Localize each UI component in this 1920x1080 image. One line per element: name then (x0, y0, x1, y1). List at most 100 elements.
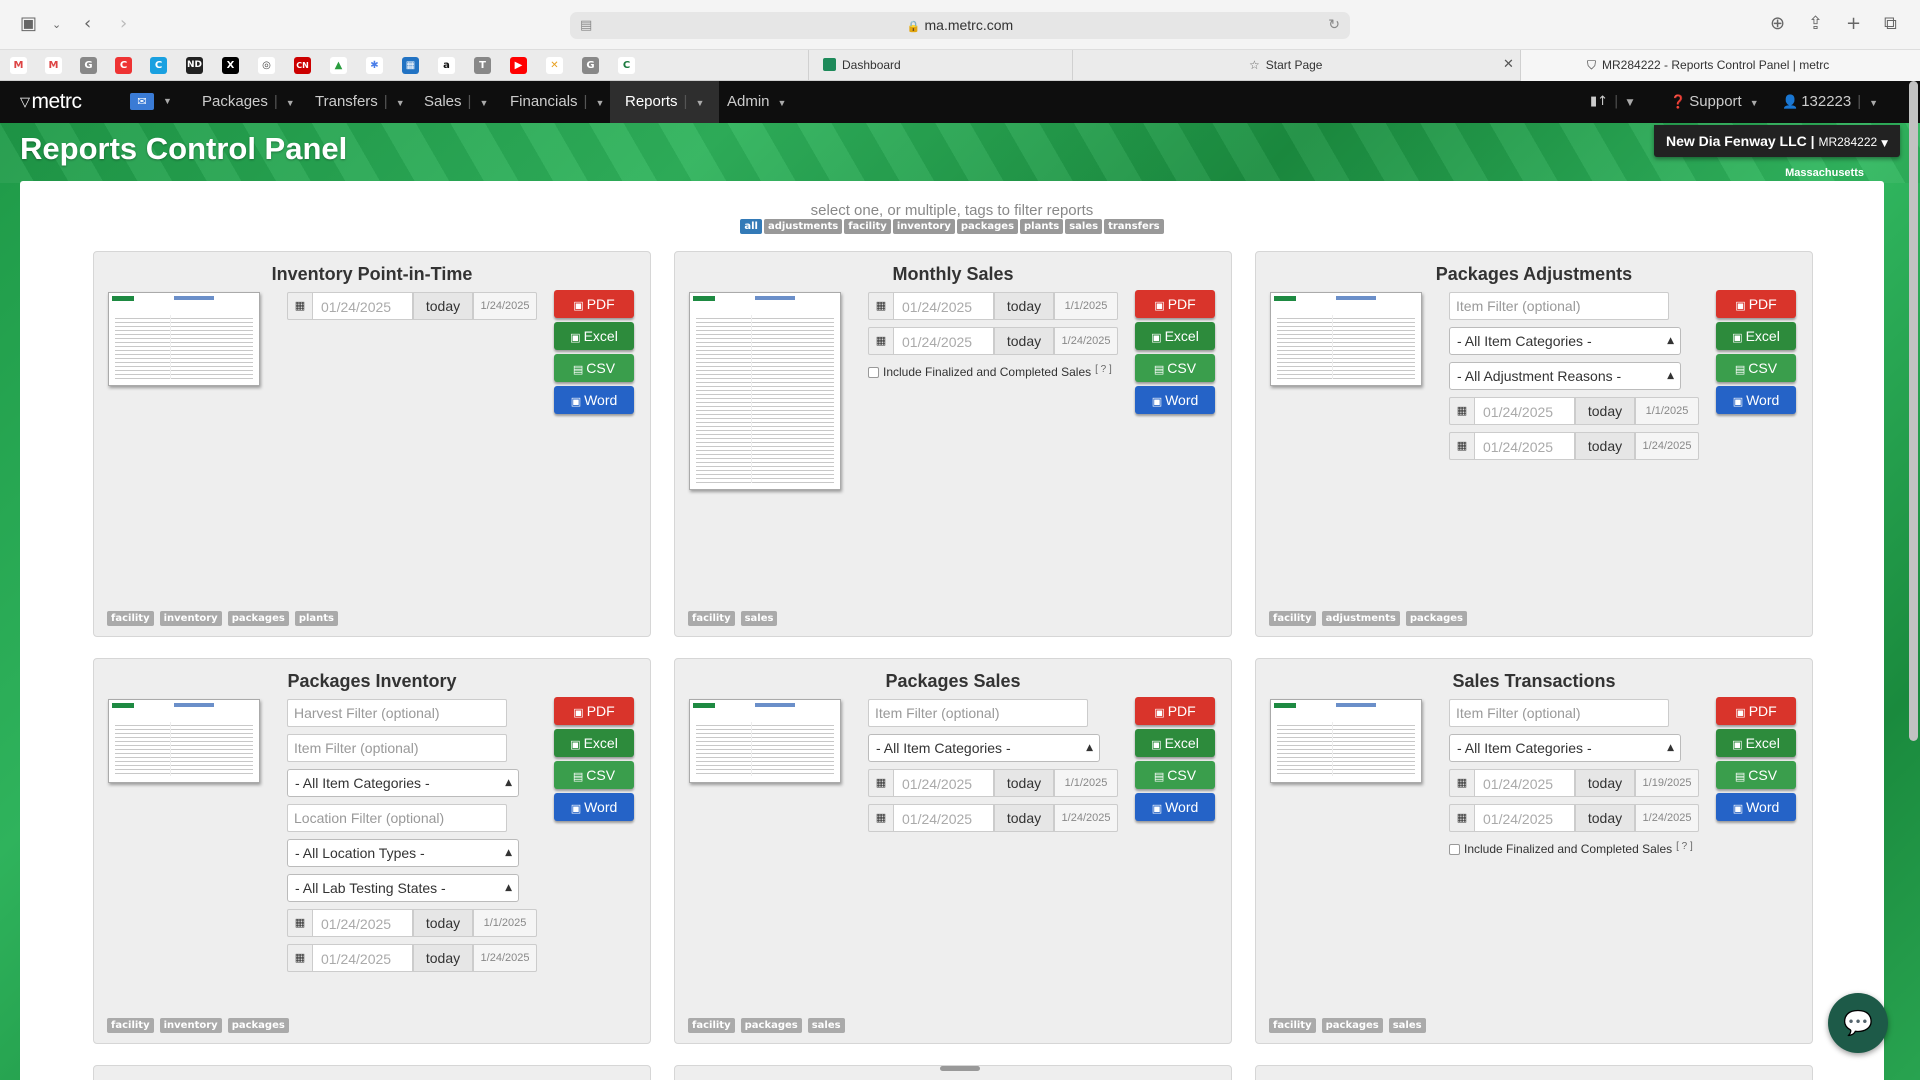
word-button[interactable]: ▣ Word (1135, 386, 1215, 414)
address-bar[interactable]: ▤ 🔒 ma.metrc.com ↻ (570, 12, 1350, 39)
pdf-button[interactable]: ▣ PDF (1135, 290, 1215, 318)
excel-button[interactable]: ▣ Excel (1135, 729, 1215, 757)
nav-admin[interactable]: Admin ▼ (727, 81, 786, 123)
gmail-favicon-icon[interactable]: M (45, 57, 62, 74)
mail-dropdown-icon[interactable]: ▼ (163, 96, 172, 106)
tag-inventory[interactable]: inventory (159, 1018, 222, 1033)
checkbox[interactable] (868, 367, 879, 378)
default-date[interactable]: 1/19/2025 (1635, 769, 1699, 797)
excel-button[interactable]: ▣ Excel (1716, 322, 1796, 350)
harvest-filter-input[interactable]: Harvest Filter (optional) (287, 699, 507, 727)
report-preview-image[interactable] (1270, 699, 1422, 783)
g-favicon-icon[interactable]: G (582, 57, 599, 74)
today-button[interactable]: today (1575, 804, 1635, 832)
tag-sales[interactable]: sales (740, 611, 778, 626)
excel-button[interactable]: ▣ Excel (554, 322, 634, 350)
tag-adjustments[interactable]: adjustments (763, 219, 843, 234)
calendar-icon[interactable]: ▦ (287, 909, 313, 937)
word-button[interactable]: ▣ Word (554, 386, 634, 414)
calendar-icon[interactable]: ▦ (1449, 397, 1475, 425)
date-input[interactable]: 01/24/2025 (1475, 804, 1575, 832)
upload-icon[interactable]: ▮↑ | ▼ (1590, 81, 1633, 123)
include-finalized-checkbox[interactable]: Include Finalized and Completed Sales[ ?… (1449, 841, 1693, 856)
tag-inventory[interactable]: inventory (892, 219, 955, 234)
report-preview-image[interactable] (1270, 292, 1422, 386)
help-link[interactable]: [ ? ] (1095, 364, 1112, 375)
pdf-button[interactable]: ▣ PDF (1716, 290, 1796, 318)
tag-sales[interactable]: sales (1065, 219, 1103, 234)
pdf-button[interactable]: ▣ PDF (554, 290, 634, 318)
help-link[interactable]: [ ? ] (1676, 841, 1693, 852)
tag-sales[interactable]: sales (807, 1018, 845, 1033)
csv-button[interactable]: ▤ CSV (1716, 354, 1796, 382)
date-input[interactable]: 01/24/2025 (894, 804, 994, 832)
chevron-down-icon[interactable]: ⌄ (52, 18, 61, 31)
tag-packages[interactable]: packages (227, 1018, 289, 1033)
item-filter-input[interactable]: Item Filter (optional) (868, 699, 1088, 727)
blue-favicon-icon[interactable]: C (150, 57, 167, 74)
tag-inventory[interactable]: inventory (159, 611, 222, 626)
mail-icon[interactable]: ✉ (130, 93, 154, 110)
tab-reports-control-panel[interactable]: ⛉ MR284222 - Reports Control Panel | metr… (1520, 50, 1920, 81)
x-favicon-icon[interactable]: X (222, 57, 239, 74)
calendar-icon[interactable]: ▦ (868, 292, 894, 320)
reload-icon[interactable]: ↻ (1328, 12, 1340, 39)
tag-facility[interactable]: facility (107, 1018, 154, 1033)
today-button[interactable]: today (994, 769, 1054, 797)
t-favicon-icon[interactable]: T (474, 57, 491, 74)
share-icon[interactable]: ⇪ (1808, 13, 1823, 34)
tag-packages[interactable]: packages (956, 219, 1019, 234)
date-input[interactable]: 01/24/2025 (313, 909, 413, 937)
csv-button[interactable]: ▤ CSV (554, 761, 634, 789)
date-input[interactable]: 01/24/2025 (1475, 769, 1575, 797)
date-input[interactable]: 01/24/2025 (894, 769, 994, 797)
report-preview-image[interactable] (108, 699, 260, 783)
csv-button[interactable]: ▤ CSV (1135, 354, 1215, 382)
default-date[interactable]: 1/24/2025 (1635, 432, 1699, 460)
report-preview-image[interactable] (108, 292, 260, 386)
report-preview-image[interactable] (689, 699, 841, 783)
today-button[interactable]: today (413, 909, 473, 937)
today-button[interactable]: today (994, 292, 1054, 320)
tag-facility[interactable]: facility (107, 611, 154, 626)
default-date[interactable]: 1/1/2025 (1054, 769, 1118, 797)
today-button[interactable]: today (994, 804, 1054, 832)
page-settings-icon[interactable]: ▤ (580, 12, 592, 39)
calendar-icon[interactable]: ▦ (868, 769, 894, 797)
tag-packages[interactable]: packages (740, 1018, 802, 1033)
lab-testing-states-select[interactable]: - All Lab Testing States - ▲ (287, 874, 519, 902)
new-tab-icon[interactable]: + (1846, 13, 1861, 34)
back-icon[interactable]: ‹ (84, 13, 91, 34)
default-date[interactable]: 1/24/2025 (473, 292, 537, 320)
word-button[interactable]: ▣ Word (1135, 793, 1215, 821)
cnn-favicon-icon[interactable]: CN (294, 57, 311, 74)
nav-support[interactable]: ❓ Support ▼ (1670, 81, 1759, 123)
csv-button[interactable]: ▤ CSV (1716, 761, 1796, 789)
date-input[interactable]: 01/24/2025 (894, 327, 994, 355)
date-input[interactable]: 01/24/2025 (894, 292, 994, 320)
word-button[interactable]: ▣ Word (1716, 386, 1796, 414)
excel-button[interactable]: ▣ Excel (1135, 322, 1215, 350)
default-date[interactable]: 1/1/2025 (473, 909, 537, 937)
tag-facility[interactable]: facility (1269, 1018, 1316, 1033)
youtube-favicon-icon[interactable]: ▶ (510, 57, 527, 74)
metrc-logo[interactable]: ▽metrc (20, 90, 82, 114)
chat-support-icon[interactable]: 💬 (1828, 993, 1888, 1053)
csv-button[interactable]: ▤ CSV (554, 354, 634, 382)
date-input[interactable]: 01/24/2025 (313, 944, 413, 972)
nd-favicon-icon[interactable]: ND (186, 57, 203, 74)
item-filter-input[interactable]: Item Filter (optional) (1449, 292, 1669, 320)
location-types-select[interactable]: - All Location Types - ▲ (287, 839, 519, 867)
item-categories-select[interactable]: - All Item Categories - ▲ (1449, 734, 1681, 762)
facility-selector[interactable]: New Dia Fenway LLC | MR284222 ▼ (1653, 125, 1900, 157)
calendar-icon[interactable]: ▦ (287, 944, 313, 972)
default-date[interactable]: 1/24/2025 (473, 944, 537, 972)
tag-adjustments[interactable]: adjustments (1321, 611, 1400, 626)
calendar-icon[interactable]: ▦ (868, 804, 894, 832)
adjustment-reasons-select[interactable]: - All Adjustment Reasons - ▲ (1449, 362, 1681, 390)
today-button[interactable]: today (413, 292, 473, 320)
tag-facility[interactable]: facility (844, 219, 891, 234)
item-categories-select[interactable]: - All Item Categories - ▲ (1449, 327, 1681, 355)
tag-facility[interactable]: facility (688, 611, 735, 626)
nav-transfers[interactable]: Transfers | ▼ (315, 81, 405, 123)
